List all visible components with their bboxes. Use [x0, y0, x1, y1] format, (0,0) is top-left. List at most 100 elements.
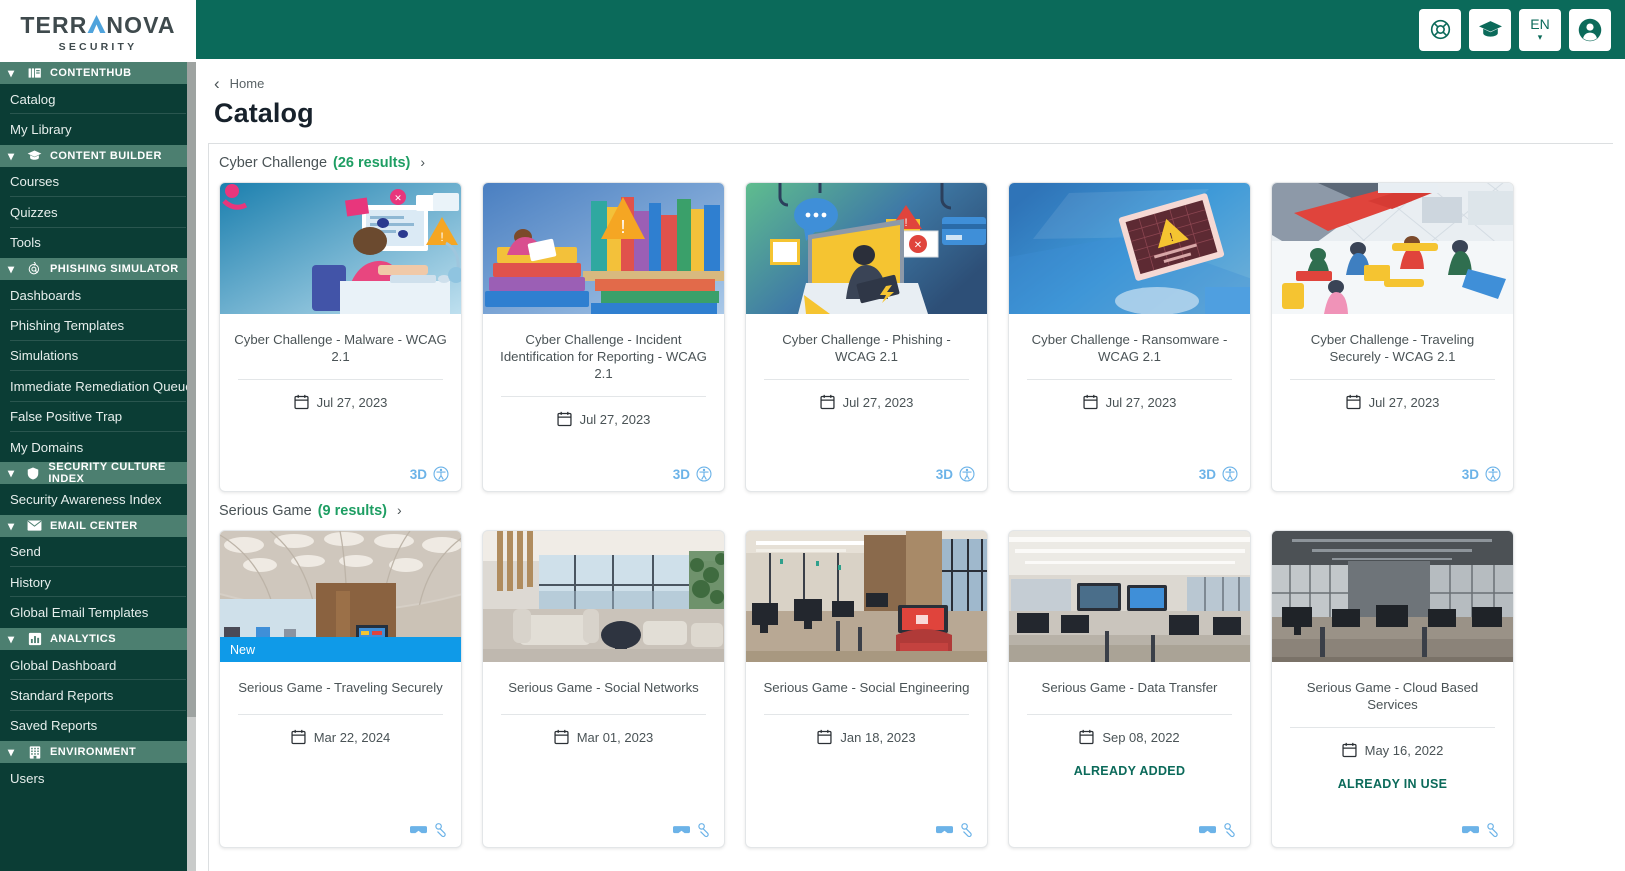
sidebar-item-immediate-remediation-queue[interactable]: Immediate Remediation Queue [0, 371, 196, 402]
catalog-card[interactable]: ✕! Cyber Challenge - Malware - WCAG 2.1 Ju… [219, 182, 462, 492]
group-header-cyber-challenge[interactable]: Cyber Challenge (26 results) › [219, 144, 1613, 171]
sidebar-section-phishing-simulator[interactable]: ▾ PHISHING SIMULATOR [0, 257, 196, 280]
sidebar-item-label: Saved Reports [10, 718, 98, 734]
vr-headset-icon[interactable] [1462, 823, 1479, 837]
card-footer: 3D [1272, 466, 1513, 491]
sidebar-section-environment[interactable]: ▾ ENVIRONMENT [0, 741, 196, 764]
catalog-card[interactable]: Cyber Challenge - Traveling Securely - W… [1271, 182, 1514, 492]
training-button[interactable] [1469, 8, 1511, 51]
sidebar-item-global-dashboard[interactable]: Global Dashboard [0, 649, 196, 681]
hand-pointer-icon[interactable] [1222, 822, 1238, 838]
accessibility-icon[interactable] [433, 466, 449, 482]
card-date: Jul 27, 2023 [316, 394, 388, 410]
sidebar-scrollbar[interactable] [187, 62, 196, 871]
sidebar-item-standard-reports[interactable]: Standard Reports [0, 680, 196, 712]
catalog-card[interactable]: New Serious Game - Traveling Securely Mar … [219, 530, 462, 848]
chevron-right-icon[interactable]: › [397, 502, 402, 518]
catalog-card[interactable]: ! Cyber Challenge - Ransomware - WCAG 2.1… [1008, 182, 1251, 492]
sidebar-section-content-builder[interactable]: ▾ CONTENT BUILDER [0, 144, 196, 167]
chevron-right-icon[interactable]: › [420, 154, 425, 170]
sidebar-item-quizzes[interactable]: Quizzes [0, 197, 196, 228]
catalog-card[interactable]: Serious Game - Data Transfer Sep 08, 2022… [1008, 530, 1251, 848]
chevron-down-icon: ▾ [8, 631, 15, 646]
group-result-count: (26 results) [333, 155, 411, 171]
chevron-left-icon[interactable]: ‹ [214, 75, 220, 92]
sidebar-section-analytics[interactable]: ▾ ANALYTICS [0, 627, 196, 650]
card-date-row: Jan 18, 2023 [746, 715, 987, 745]
card-title: Cyber Challenge - Phishing - WCAG 2.1 [782, 332, 951, 364]
sidebar-section-security-culture-index[interactable]: ▾ SECURITY CULTURE INDEX [0, 461, 196, 485]
calendar-icon [1345, 394, 1361, 410]
card-row: New Serious Game - Traveling Securely Mar … [219, 519, 1613, 848]
sidebar-item-phishing-templates[interactable]: Phishing Templates [0, 310, 196, 342]
group-name: Serious Game [219, 503, 312, 519]
card-date: Jul 27, 2023 [579, 411, 651, 427]
sidebar-item-label: Global Email Templates [10, 605, 149, 621]
sidebar-item-my-domains[interactable]: My Domains [0, 431, 196, 463]
brand-logo[interactable]: TERR NOVA SECURITY [0, 0, 196, 62]
hand-pointer-icon[interactable] [1485, 822, 1501, 838]
breadcrumb[interactable]: ‹ Home [196, 59, 1625, 92]
sidebar-section-label: EMAIL CENTER [50, 519, 138, 532]
sidebar-item-history[interactable]: History [0, 567, 196, 598]
help-button[interactable] [1419, 8, 1461, 51]
card-footer [220, 822, 461, 847]
card-thumbnail [1272, 183, 1513, 314]
card-footer [1272, 822, 1513, 847]
accessibility-icon[interactable] [959, 466, 975, 482]
sidebar-item-global-email-templates[interactable]: Global Email Templates [0, 597, 196, 628]
catalog-card[interactable]: Serious Game - Cloud Based Services May 1… [1271, 530, 1514, 848]
sidebar: TERR NOVA SECURITY ▾ CONTENTHUB Catalog My … [0, 0, 196, 871]
catalog-card[interactable]: Serious Game - Social Networks Mar 01, 20… [482, 530, 725, 848]
hand-pointer-icon[interactable] [959, 822, 975, 838]
vr-headset-icon[interactable] [673, 823, 690, 837]
sidebar-item-send[interactable]: Send [0, 536, 196, 568]
sidebar-item-dashboards[interactable]: Dashboards [0, 279, 196, 311]
sidebar-scrollbar-thumb[interactable] [187, 62, 196, 717]
catalog-card[interactable]: Serious Game - Social Engineering Jan 18,… [745, 530, 988, 848]
sidebar-item-catalog[interactable]: Catalog [0, 84, 196, 115]
group-header-serious-game[interactable]: Serious Game (9 results) › [219, 492, 1613, 519]
sidebar-section-contenthub[interactable]: ▾ CONTENTHUB [0, 62, 196, 84]
calendar-icon [819, 394, 835, 410]
three-d-badge: 3D [935, 466, 953, 482]
language-selector[interactable]: EN ▾ [1519, 8, 1561, 51]
sidebar-item-label: Catalog [10, 91, 56, 107]
card-date-row: Sep 08, 2022 [1009, 715, 1250, 745]
logo-text-right: NOVA [106, 11, 176, 38]
logo-wordmark: TERR NOVA [20, 13, 175, 37]
catalog-card[interactable]: ! Cyber Challenge - Incident Identificati… [482, 182, 725, 492]
card-date-row: Jul 27, 2023 [746, 380, 987, 410]
vr-headset-icon[interactable] [1199, 823, 1216, 837]
card-footer [746, 822, 987, 847]
card-thumbnail [1272, 531, 1513, 662]
vr-headset-icon[interactable] [410, 823, 427, 837]
catalog-card[interactable]: ✕! Cyber Challenge - Phishing - WCAG 2.1 J… [745, 182, 988, 492]
sidebar-item-courses[interactable]: Courses [0, 166, 196, 198]
card-title: Cyber Challenge - Traveling Securely - W… [1310, 332, 1475, 364]
hand-pointer-icon[interactable] [433, 822, 449, 838]
account-button[interactable] [1569, 8, 1611, 51]
catalog-groups: Cyber Challenge (26 results) › ✕! Cyber Chal… [208, 143, 1613, 871]
sidebar-item-my-library[interactable]: My Library [0, 114, 196, 145]
content-scrollbar[interactable] [1613, 143, 1625, 871]
vr-headset-icon[interactable] [936, 823, 953, 837]
sidebar-item-label: Simulations [10, 348, 79, 364]
card-date: Jul 27, 2023 [842, 394, 914, 410]
sidebar-item-false-positive-trap[interactable]: False Positive Trap [0, 401, 196, 433]
sidebar-item-tools[interactable]: Tools [0, 227, 196, 258]
accessibility-icon[interactable] [1485, 466, 1501, 482]
card-date: Jan 18, 2023 [840, 729, 916, 745]
sidebar-item-saved-reports[interactable]: Saved Reports [0, 710, 196, 742]
accessibility-icon[interactable] [696, 466, 712, 482]
sidebar-item-simulations[interactable]: Simulations [0, 340, 196, 372]
breadcrumb-home-link[interactable]: Home [230, 76, 265, 91]
sidebar-item-users[interactable]: Users [0, 763, 196, 794]
sidebar-item-security-awareness-index[interactable]: Security Awareness Index [0, 484, 196, 515]
sidebar-section-email-center[interactable]: ▾ EMAIL CENTER [0, 514, 196, 537]
calendar-icon [293, 394, 309, 410]
card-title: Cyber Challenge - Incident Identificatio… [500, 332, 707, 381]
accessibility-icon[interactable] [1222, 466, 1238, 482]
hand-pointer-icon[interactable] [696, 822, 712, 838]
card-date-row: May 16, 2022 [1272, 728, 1513, 758]
